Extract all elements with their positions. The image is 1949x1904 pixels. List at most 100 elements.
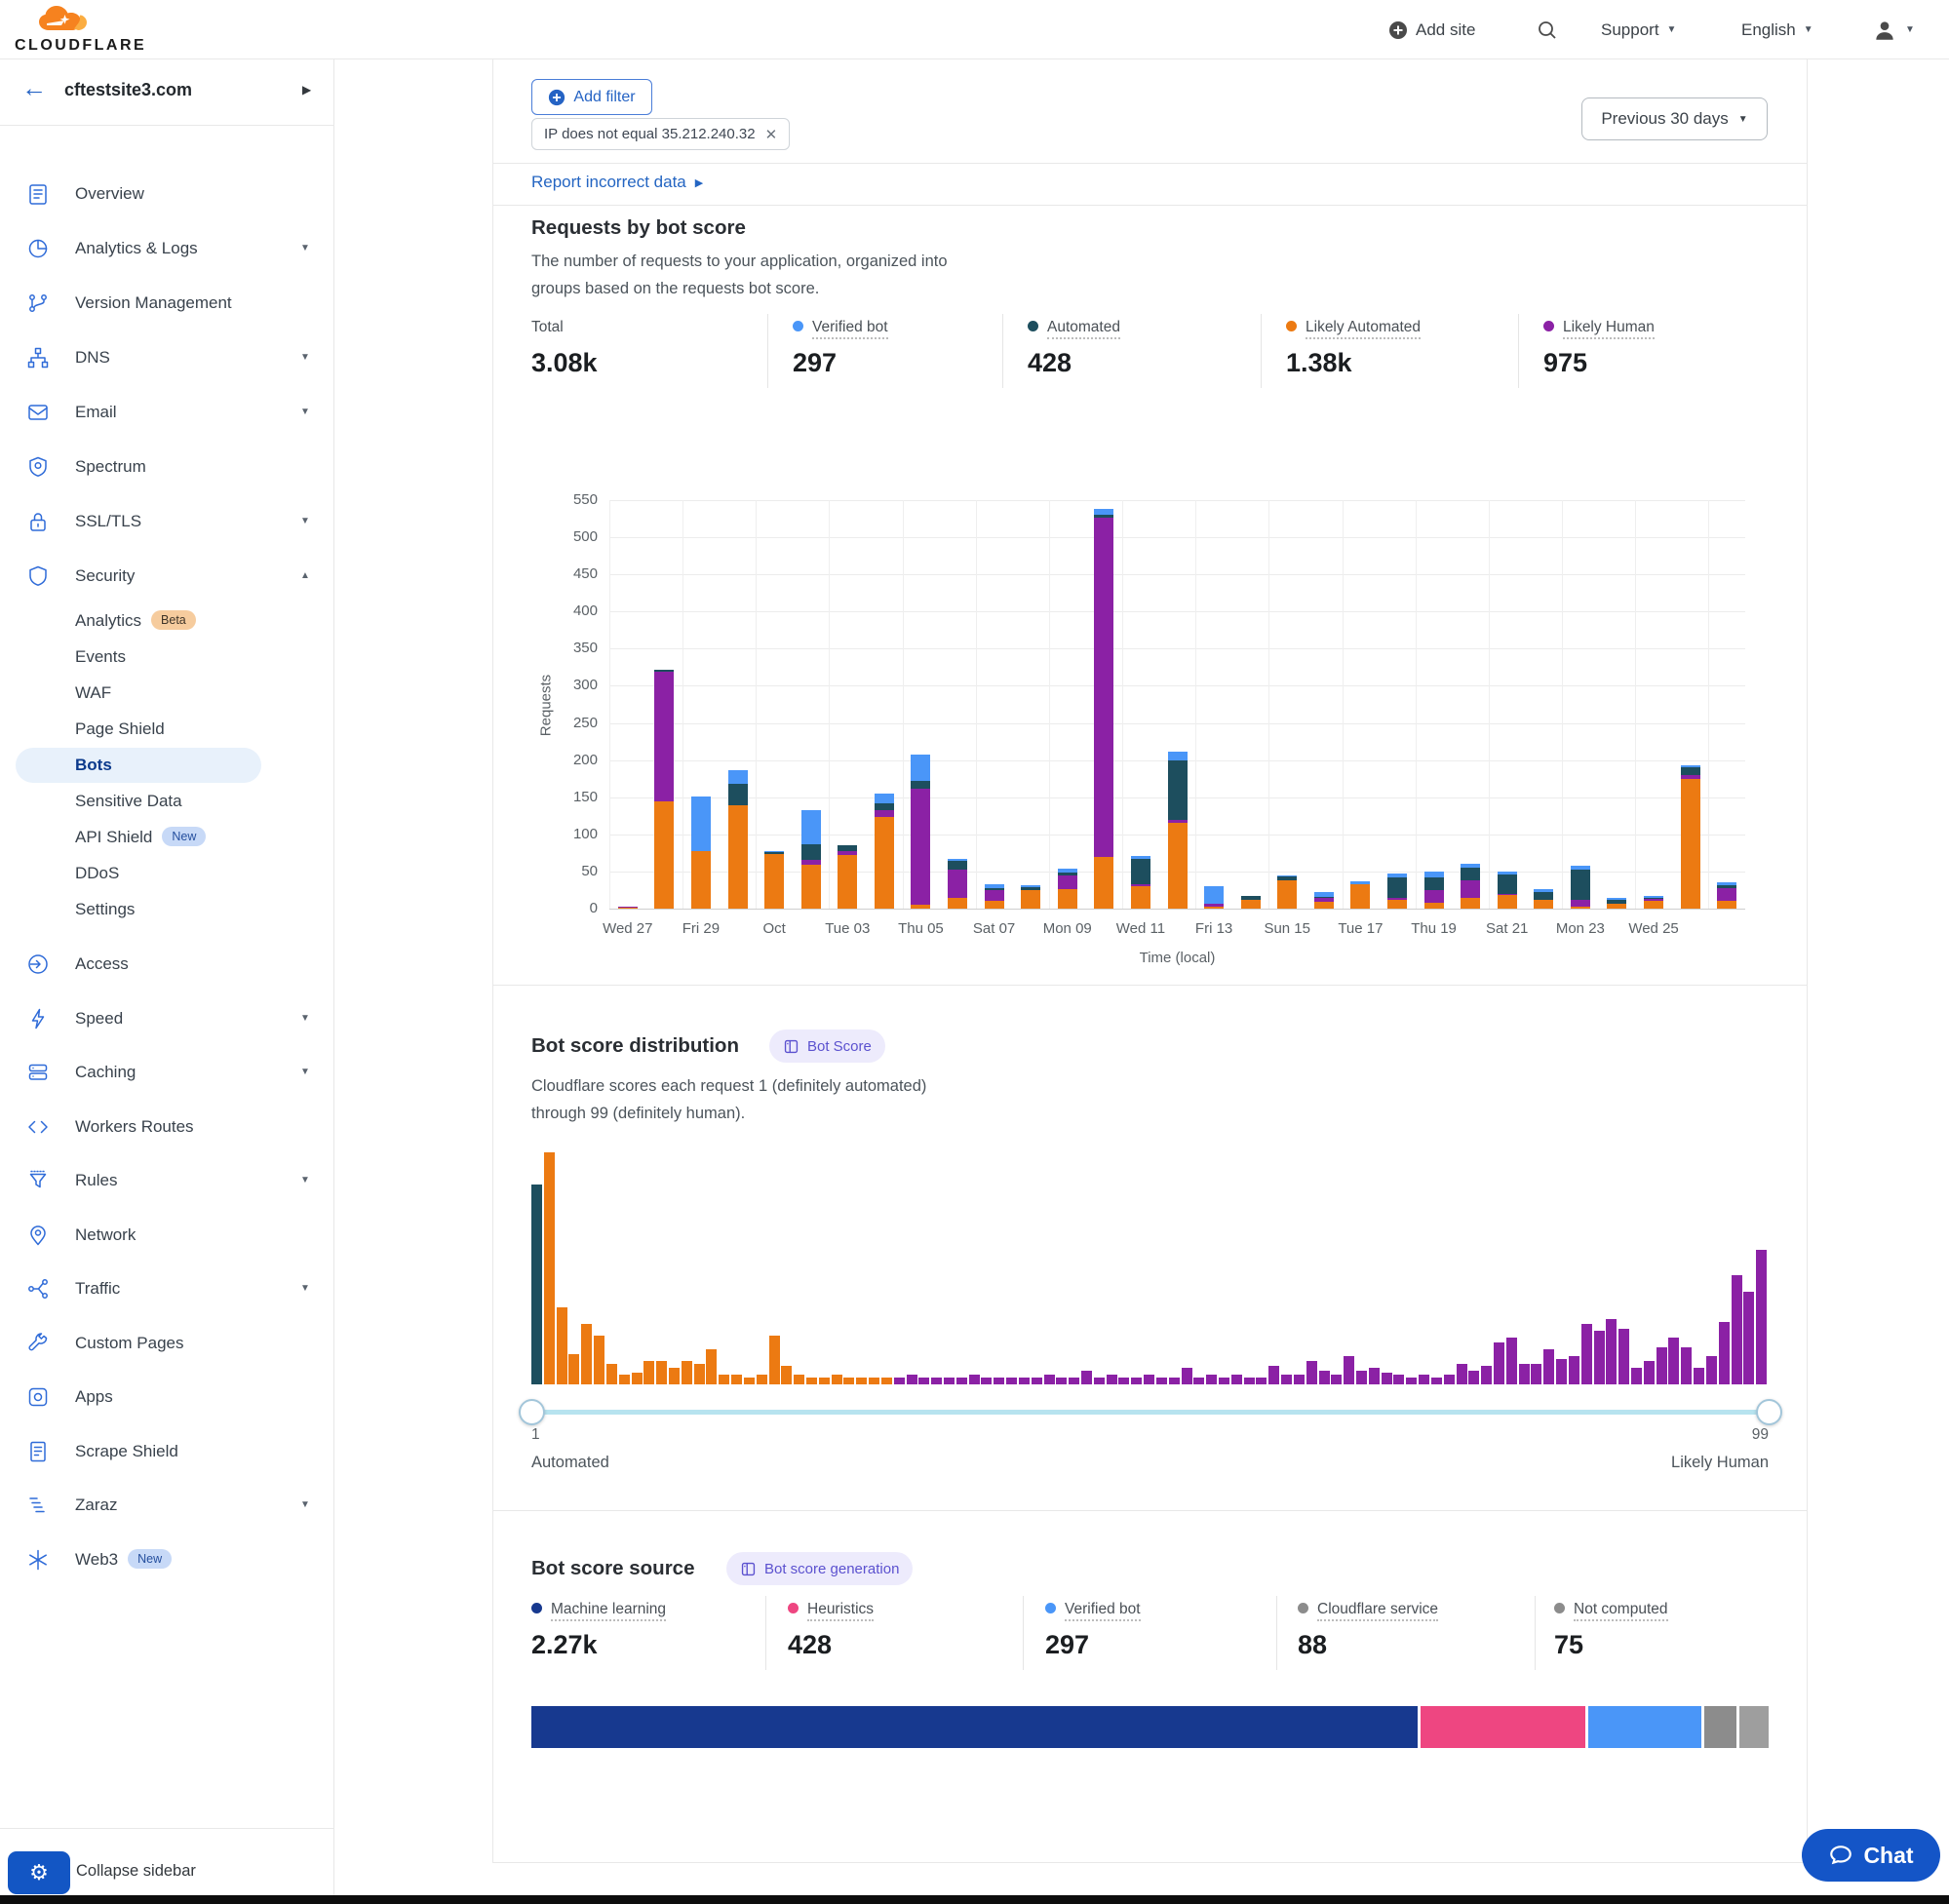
stacked-bar-segment [1058, 889, 1077, 909]
gridline [1268, 500, 1269, 909]
stacked-bar-segment [801, 810, 821, 843]
distribution-desc-line2: through 99 (definitely human). [531, 1105, 745, 1123]
stat-value: 975 [1543, 348, 1655, 378]
sidebar-item-sensitive-data[interactable]: Sensitive Data [0, 784, 334, 819]
score-slider-handle-min[interactable] [519, 1399, 545, 1425]
source-segment-not-computed [1739, 1706, 1769, 1748]
pie-icon [26, 237, 50, 260]
stacked-bar-segment [1387, 900, 1407, 909]
histogram-bar [843, 1378, 854, 1384]
sidebar-item-label: Rules [75, 1171, 117, 1190]
histogram-bar [1319, 1371, 1330, 1384]
stacked-bar-segment [1314, 897, 1334, 899]
stacked-bar-segment [1717, 901, 1736, 909]
stat-value: 75 [1554, 1630, 1668, 1660]
support-menu[interactable]: Support ▼ [1601, 0, 1676, 59]
sidebar-item-scrape-shield[interactable]: Scrape Shield [0, 1434, 334, 1469]
sidebar-item-traffic[interactable]: Traffic▼ [0, 1271, 334, 1306]
histogram-bar [1581, 1324, 1592, 1384]
sidebar-item-access[interactable]: Access [0, 947, 334, 982]
add-site-button[interactable]: Add site [1388, 0, 1475, 59]
sidebar-item-ddos[interactable]: DDoS [0, 856, 334, 891]
collapse-sidebar-button[interactable]: Collapse sidebar [76, 1862, 196, 1881]
report-incorrect-data-link[interactable]: Report incorrect data ▶ [531, 173, 703, 192]
histogram-bar [1393, 1375, 1404, 1384]
bot-score-generation-badge[interactable]: Bot score generation [726, 1552, 913, 1585]
sidebar-item-api-shield[interactable]: API ShieldNew [0, 820, 334, 855]
sidebar-item-apps[interactable]: Apps [0, 1379, 334, 1415]
site-switcher-caret-icon[interactable]: ▶ [302, 83, 311, 97]
sidebar-item-security[interactable]: Security▲ [0, 559, 334, 594]
histogram-bar [806, 1378, 817, 1384]
stat-label: Verified bot [1065, 1601, 1141, 1621]
gridline [609, 685, 1745, 686]
sidebar-item-waf[interactable]: WAF [0, 676, 334, 711]
histogram-bar [907, 1375, 917, 1384]
chat-button[interactable]: Chat [1802, 1829, 1940, 1882]
bot-score-badge[interactable]: Bot Score [769, 1030, 885, 1063]
score-slider-handle-max[interactable] [1756, 1399, 1782, 1425]
date-range-dropdown[interactable]: Previous 30 days ▼ [1581, 97, 1768, 140]
stat-divider [1518, 314, 1519, 388]
histogram-bar [1107, 1375, 1117, 1384]
legend-dot-icon [1554, 1603, 1565, 1613]
brand-wordmark[interactable]: CLOUDFLARE [15, 37, 146, 55]
search-icon[interactable] [1537, 0, 1558, 59]
sidebar-item-dns[interactable]: DNS▼ [0, 340, 334, 375]
gridline [682, 500, 683, 909]
sidebar-item-label: Version Management [75, 293, 232, 313]
stat-label: Cloudflare service [1317, 1601, 1438, 1621]
close-icon[interactable]: ✕ [765, 126, 778, 143]
sidebar-item-overview[interactable]: Overview [0, 176, 334, 212]
site-header: ← cftestsite3.com ▶ [0, 59, 334, 126]
sidebar-item-caching[interactable]: Caching▼ [0, 1055, 334, 1090]
preferences-gear-button[interactable]: ⚙ [8, 1851, 70, 1894]
sidebar-item-ssl-tls[interactable]: SSL/TLS▼ [0, 504, 334, 539]
sidebar-item-page-shield[interactable]: Page Shield [0, 712, 334, 747]
stat-label: Likely Human [1563, 319, 1655, 339]
add-filter-button[interactable]: Add filter [531, 79, 652, 115]
stacked-bar-segment [985, 884, 1004, 889]
stacked-bar-segment [1168, 820, 1188, 823]
sidebar-item-version-management[interactable]: Version Management [0, 286, 334, 321]
gridline [1343, 500, 1344, 909]
stacked-bar-segment [1644, 899, 1663, 901]
site-name[interactable]: cftestsite3.com [64, 80, 192, 100]
sidebar-item-email[interactable]: Email▼ [0, 395, 334, 430]
language-menu[interactable]: English ▼ [1741, 0, 1813, 59]
sidebar-item-events[interactable]: Events [0, 640, 334, 675]
sidebar-item-rules[interactable]: Rules▼ [0, 1163, 334, 1198]
filter-chip[interactable]: IP does not equal 35.212.240.32 ✕ [531, 118, 790, 150]
user-icon [1872, 18, 1897, 43]
sidebar-item-speed[interactable]: Speed▼ [0, 1001, 334, 1036]
sidebar-item-custom-pages[interactable]: Custom Pages [0, 1326, 334, 1361]
histogram-bar [1268, 1366, 1279, 1384]
legend-dot-icon [1286, 321, 1297, 331]
gridline [1635, 500, 1636, 909]
slider-max-value: 99 [1671, 1426, 1769, 1444]
y-tick-label: 0 [549, 900, 598, 916]
account-menu[interactable]: ▼ [1872, 0, 1915, 59]
sidebar-item-analytics[interactable]: AnalyticsBeta [0, 603, 334, 639]
histogram-bar [781, 1366, 792, 1384]
clipboard-icon [26, 182, 50, 206]
sidebar-item-bots[interactable]: Bots [0, 748, 334, 783]
sidebar-item-settings[interactable]: Settings [0, 892, 334, 927]
source-segment-verified-bot [1588, 1706, 1704, 1748]
sidebar-item-analytics-logs[interactable]: Analytics & Logs▼ [0, 231, 334, 266]
histogram-bar [682, 1361, 692, 1384]
stat-heuristics: Heuristics428 [788, 1601, 874, 1660]
add-filter-label: Add filter [573, 89, 635, 106]
sidebar-item-zaraz[interactable]: Zaraz▼ [0, 1488, 334, 1523]
stacked-bar-segment [1168, 760, 1188, 820]
sidebar-item-network[interactable]: Network [0, 1218, 334, 1253]
histogram-bar [931, 1378, 942, 1384]
score-slider-track[interactable] [531, 1410, 1769, 1415]
sidebar-item-workers-routes[interactable]: Workers Routes [0, 1109, 334, 1145]
back-arrow-icon[interactable]: ← [21, 73, 47, 103]
sidebar-item-web3[interactable]: Web3New [0, 1542, 334, 1577]
stacked-bar-segment [1498, 895, 1517, 909]
slider-left-label: Automated [531, 1454, 609, 1472]
stacked-bar-segment [1314, 892, 1334, 897]
sidebar-item-spectrum[interactable]: Spectrum [0, 449, 334, 485]
